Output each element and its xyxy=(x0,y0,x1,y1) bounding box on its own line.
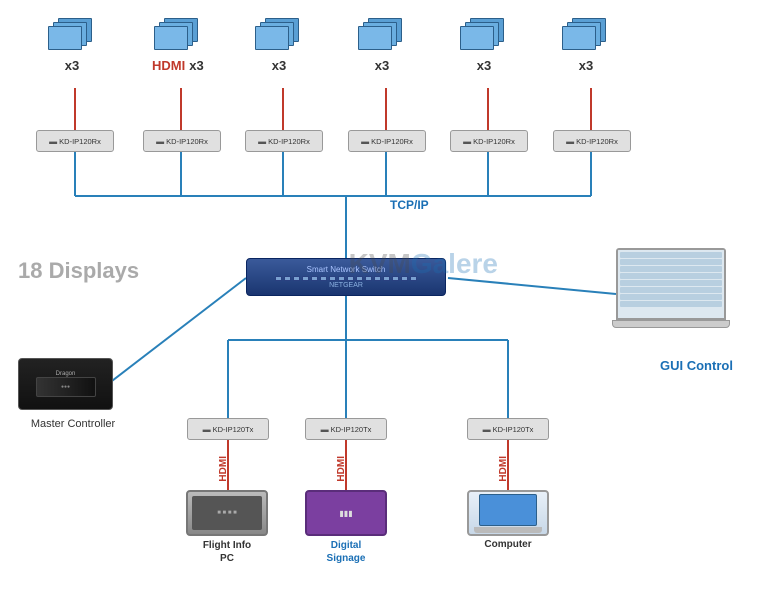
kd-rx-device-3: ▬ KD-IP120Rx xyxy=(245,130,323,152)
screen-front-3 xyxy=(255,26,289,50)
gui-control-label: GUI Control xyxy=(660,358,733,373)
digital-signage-device: ▮▮▮ xyxy=(305,490,387,536)
monitor-group-2: HDMI x3 xyxy=(152,18,204,73)
monitor-group-4: x3 xyxy=(358,18,406,73)
screen-front-2 xyxy=(154,26,188,50)
tcpip-label: TCP/IP xyxy=(390,198,429,212)
monitor-group-1: x3 xyxy=(48,18,96,73)
kd-rx-device-5: ▬ KD-IP120Rx xyxy=(450,130,528,152)
hdmi-label-tx1: HDMI xyxy=(218,456,229,482)
computer-device xyxy=(467,490,549,536)
master-controller-device: Dragon ●●● xyxy=(18,358,113,410)
screen-front-1 xyxy=(48,26,82,50)
monitor-group-6: x3 xyxy=(562,18,610,73)
source-digital-signage: ▮▮▮ DigitalSignage xyxy=(305,490,387,565)
kd-rx-device-2: ▬ KD-IP120Rx xyxy=(143,130,221,152)
source-flight-info: ■ ■ ■ ■ Flight InfoPC xyxy=(186,490,268,565)
computer-label: Computer xyxy=(484,539,531,550)
monitor-count-6: x3 xyxy=(579,58,593,73)
monitor-group-3: x3 xyxy=(255,18,303,73)
hdmi-label-2: HDMI xyxy=(152,58,185,73)
screen-stack-5 xyxy=(460,18,508,56)
source-computer: Computer xyxy=(467,490,549,550)
screen-stack-6 xyxy=(562,18,610,56)
screen-stack-4 xyxy=(358,18,406,56)
flight-info-device: ■ ■ ■ ■ xyxy=(186,490,268,536)
kvm-watermark: KVMGalere xyxy=(349,248,498,280)
network-diagram: x3 HDMI x3 x3 x3 xyxy=(0,0,778,600)
kd-rx-device-6: ▬ KD-IP120Rx xyxy=(553,130,631,152)
switch-brand: NETGEAR xyxy=(329,282,363,289)
screen-front-6 xyxy=(562,26,596,50)
galere-text: Galere xyxy=(411,248,498,279)
monitor-group-5: x3 xyxy=(460,18,508,73)
laptop-screen xyxy=(616,248,726,320)
monitor-count-2: x3 xyxy=(189,58,203,73)
kd-rx-device-1: ▬ KD-IP120Rx xyxy=(36,130,114,152)
displays-count-label: 18 Displays xyxy=(18,258,139,284)
kd-tx-device-3: ▬ KD-IP120Tx xyxy=(467,418,549,440)
monitor-count-1: x3 xyxy=(65,58,79,73)
kd-rx-device-4: ▬ KD-IP120Rx xyxy=(348,130,426,152)
monitor-count-4: x3 xyxy=(375,58,389,73)
flight-info-label: Flight InfoPC xyxy=(203,539,251,565)
monitor-count-3: x3 xyxy=(272,58,286,73)
laptop-base xyxy=(612,320,730,328)
gui-laptop xyxy=(616,248,726,328)
screen-stack-1 xyxy=(48,18,96,56)
screen-front-5 xyxy=(460,26,494,50)
screen-front-4 xyxy=(358,26,392,50)
screen-stack-2 xyxy=(154,18,202,56)
monitor-count-5: x3 xyxy=(477,58,491,73)
hdmi-label-tx3: HDMI xyxy=(498,456,509,482)
hdmi-label-tx2: HDMI xyxy=(336,456,347,482)
kd-tx-device-1: ▬ KD-IP120Tx xyxy=(187,418,269,440)
screen-stack-3 xyxy=(255,18,303,56)
kd-tx-device-2: ▬ KD-IP120Tx xyxy=(305,418,387,440)
kvm-text: KVM xyxy=(349,248,411,279)
laptop-screen-content xyxy=(618,250,724,318)
master-controller-label: Master Controller xyxy=(28,418,118,430)
digital-signage-label: DigitalSignage xyxy=(327,539,366,565)
